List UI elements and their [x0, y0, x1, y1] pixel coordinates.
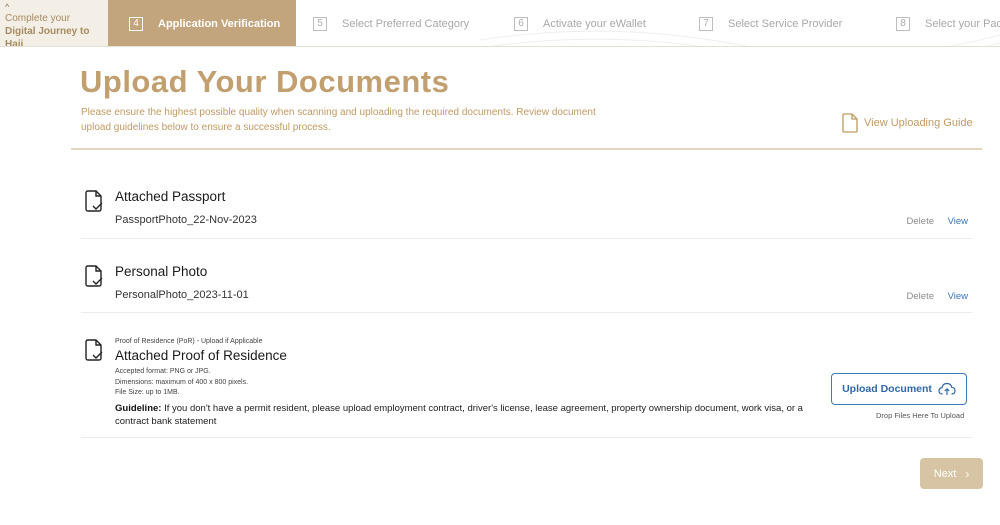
- step-number: 6: [514, 16, 528, 31]
- document-filename: PassportPhoto_22-Nov-2023: [115, 214, 257, 226]
- step-select-package[interactable]: 8 Select your Pac: [896, 0, 1000, 46]
- guideline-text: Guideline: If you don't have a permit re…: [115, 402, 835, 428]
- chevron-right-icon: ›: [965, 466, 970, 481]
- upload-document-button[interactable]: Upload Document: [831, 373, 967, 405]
- view-uploading-guide-label: View Uploading Guide: [864, 117, 973, 129]
- chevron-up-icon[interactable]: ^: [5, 3, 108, 12]
- document-filename: PersonalPhoto_2023-11-01: [115, 289, 249, 301]
- upload-document-label: Upload Document: [842, 383, 932, 395]
- delete-button[interactable]: Delete: [907, 291, 934, 302]
- document-icon: [842, 113, 858, 133]
- document-row-passport: Attached Passport PassportPhoto_22-Nov-2…: [81, 170, 972, 239]
- step-select-service-provider[interactable]: 7 Select Service Provider: [699, 0, 843, 46]
- guideline-label: Guideline:: [115, 403, 162, 414]
- step-label: Application Verification: [158, 17, 281, 30]
- drop-files-hint: Drop Files Here To Upload: [876, 411, 965, 420]
- header-divider: [71, 148, 982, 150]
- next-label: Next: [933, 467, 957, 480]
- page-description: Please ensure the highest possible quali…: [81, 107, 596, 133]
- step-activate-ewallet[interactable]: 6 Activate your eWallet: [514, 0, 646, 46]
- view-button[interactable]: View: [948, 291, 968, 302]
- document-row-proof-of-residence: Proof of Residence (PoR) - Upload if App…: [81, 320, 972, 438]
- page-title: Upload Your Documents: [80, 64, 450, 99]
- accepted-format-text: Accepted format: PNG or JPG.: [115, 368, 211, 375]
- file-check-icon: [85, 339, 103, 361]
- step-number: 8: [896, 16, 910, 31]
- step-number: 7: [699, 16, 713, 31]
- step-label: Select your Pac: [925, 17, 1000, 30]
- step-number: 4: [129, 16, 143, 31]
- step-application-verification[interactable]: 4 Application Verification: [108, 0, 296, 46]
- file-size-text: File Size: up to 1MB.: [115, 389, 180, 396]
- journey-label-line2: Digital Journey to Hajj: [5, 26, 90, 47]
- file-check-icon: [85, 190, 103, 212]
- journey-label-line1: Complete your: [5, 13, 71, 24]
- document-title: Attached Passport: [115, 189, 226, 204]
- document-title: Attached Proof of Residence: [115, 348, 287, 363]
- file-check-icon: [85, 265, 103, 287]
- next-button[interactable]: Next ›: [920, 458, 983, 489]
- step-label: Activate your eWallet: [543, 17, 646, 30]
- dimensions-text: Dimensions: maximum of 400 x 800 pixels.: [115, 379, 249, 386]
- guideline-body: If you don't have a permit resident, ple…: [115, 403, 803, 427]
- progress-stepper: ^ Complete your Digital Journey to Hajj …: [0, 0, 1000, 47]
- step-select-preferred-category[interactable]: 5 Select Preferred Category: [313, 0, 470, 46]
- document-title: Personal Photo: [115, 264, 208, 279]
- step-label: Select Preferred Category: [342, 17, 470, 30]
- view-button[interactable]: View: [948, 216, 968, 227]
- journey-back-toggle[interactable]: ^ Complete your Digital Journey to Hajj: [0, 0, 108, 47]
- cloud-upload-icon: [938, 382, 956, 395]
- step-number: 5: [313, 16, 327, 31]
- view-uploading-guide-link[interactable]: View Uploading Guide: [842, 113, 973, 133]
- delete-button[interactable]: Delete: [907, 216, 934, 227]
- document-prelabel: Proof of Residence (PoR) - Upload if App…: [115, 338, 263, 345]
- step-label: Select Service Provider: [728, 17, 843, 30]
- document-row-personal-photo: Personal Photo PersonalPhoto_2023-11-01 …: [81, 245, 972, 313]
